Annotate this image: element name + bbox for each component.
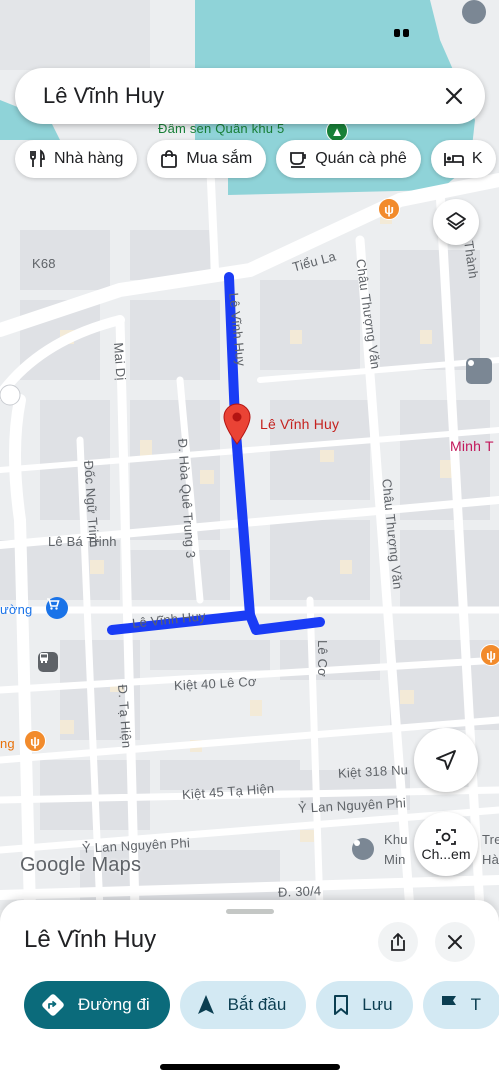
action-label: Lưu (362, 995, 393, 1014)
lens-button[interactable]: Ch...em (414, 812, 478, 876)
restaurant-pin-icon[interactable]: ψ (24, 730, 46, 752)
restaurant-pin-icon[interactable]: ψ (480, 644, 499, 666)
share-button[interactable] (378, 922, 418, 962)
road-label-le-ba-trinh: Lê Bá Trinh (48, 534, 117, 549)
google-maps-logo: Google Maps (20, 854, 142, 876)
restaurant-icon (30, 149, 45, 167)
transit-stop-icon[interactable] (466, 358, 492, 384)
hotel-bed-icon (443, 153, 464, 166)
pin-label[interactable]: Lê Vĩnh Huy (260, 416, 339, 432)
navigation-arrow-icon (197, 995, 214, 1014)
bus-stop-icon[interactable] (38, 652, 58, 672)
layers-button[interactable] (433, 199, 479, 245)
layers-icon (446, 212, 466, 230)
action-label: T (470, 995, 481, 1014)
chip-shopping[interactable]: Mua sắm (147, 140, 267, 178)
poi-label-khu-1[interactable]: Khu (384, 832, 408, 847)
chip-coffee[interactable]: Quán cà phê (276, 140, 421, 178)
road-label-mai-di: Mai Dị (111, 342, 129, 382)
poi-label-minh-t[interactable]: Minh T (450, 438, 494, 454)
chip-hotels[interactable]: K (430, 140, 497, 178)
coffee-cup-icon (290, 152, 307, 168)
home-indicator[interactable] (160, 1064, 340, 1070)
chip-restaurants[interactable]: Nhà hàng (15, 140, 138, 178)
category-chips: Nhà hàng Mua sắm Quán cà phê K (15, 140, 497, 178)
directions-icon (42, 994, 64, 1016)
action-label: Đường đi (78, 995, 150, 1014)
poi-label-ng[interactable]: ng (0, 736, 15, 751)
share-icon (391, 933, 405, 951)
chip-label: Mua sắm (186, 150, 253, 167)
lens-label: Ch...em (421, 846, 471, 862)
shopping-cart-icon[interactable] (46, 597, 68, 619)
chip-label: K (471, 150, 483, 167)
action-buttons: Đường đi Bắt đầu Lưu T (24, 981, 499, 1029)
bookmark-icon (334, 995, 349, 1015)
flag-icon (441, 996, 456, 1015)
shopping-bag-icon (161, 150, 178, 168)
road-label-le-co: Lê Cơ (315, 640, 330, 677)
poi-label-tre[interactable]: Tre (482, 832, 499, 847)
chip-label: Nhà hàng (54, 150, 124, 167)
restaurant-pin-icon[interactable]: ψ (378, 198, 400, 220)
close-icon[interactable] (441, 83, 467, 109)
sheet-drag-handle[interactable] (226, 909, 274, 914)
close-sheet-button[interactable] (435, 922, 475, 962)
road-label-30-4: Đ. 30/4 (277, 883, 322, 900)
status-indicator-icon (394, 29, 410, 37)
camera-scan-icon (436, 829, 456, 845)
poi-label-ha[interactable]: Hà (482, 852, 499, 867)
compass-top-icon[interactable] (462, 0, 486, 24)
place-bottom-sheet[interactable]: Lê Vĩnh Huy Đường đi Bắt đầu Lưu T (0, 900, 499, 1080)
start-button[interactable]: Bắt đầu (179, 981, 307, 1029)
save-button[interactable]: Lưu (316, 981, 413, 1029)
navigation-arrow-icon (436, 750, 456, 770)
label-button[interactable]: T (422, 981, 499, 1029)
place-title: Lê Vĩnh Huy (24, 926, 157, 953)
location-poi-icon[interactable] (352, 838, 374, 860)
poi-label-khu-2[interactable]: Min (384, 852, 406, 867)
search-input[interactable]: Lê Vĩnh Huy (43, 83, 441, 109)
my-location-button[interactable] (414, 728, 478, 792)
poi-label-uong[interactable]: ường (0, 602, 33, 617)
road-label-k68: K68 (32, 256, 56, 271)
search-bar[interactable]: Lê Vĩnh Huy (15, 68, 485, 124)
chip-label: Quán cà phê (315, 150, 407, 167)
location-pin-icon[interactable] (223, 403, 251, 445)
directions-button[interactable]: Đường đi (24, 981, 170, 1029)
close-icon (448, 935, 462, 949)
action-label: Bắt đầu (227, 995, 287, 1014)
